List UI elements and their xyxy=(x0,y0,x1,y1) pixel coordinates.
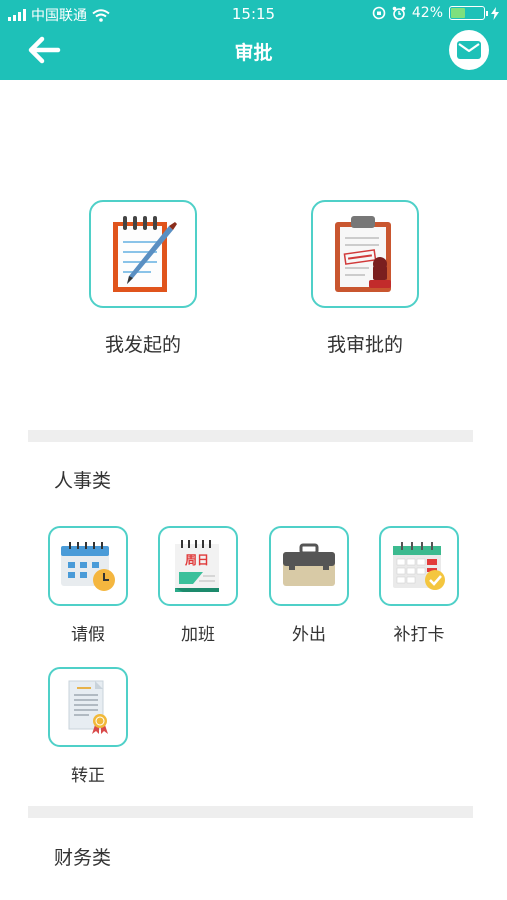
mail-icon xyxy=(457,41,481,59)
section-title-finance: 财务类 xyxy=(54,847,112,869)
tile-label: 我发起的 xyxy=(104,334,181,356)
tile-label: 补打卡 xyxy=(393,625,445,645)
clipboard-stamp-icon xyxy=(311,200,419,308)
tile-leave[interactable]: 请假 xyxy=(43,526,133,645)
tile-clock-in-makeup[interactable]: 补打卡 xyxy=(374,526,464,645)
calendar-clock-icon xyxy=(48,526,128,606)
tile-overtime[interactable]: 周日 加班 xyxy=(153,526,243,645)
weekend-calendar-icon: 周日 xyxy=(158,526,238,606)
weekend-calendar-text: 周日 xyxy=(185,553,209,567)
section-divider xyxy=(28,806,473,818)
status-bar: 中国联通 15:15 42% xyxy=(0,0,507,28)
tile-my-initiated[interactable]: 我发起的 xyxy=(68,200,218,357)
alarm-icon xyxy=(392,6,406,20)
battery-percent: 42% xyxy=(411,5,443,21)
notepad-pen-icon xyxy=(89,200,197,308)
tile-outing[interactable]: 外出 xyxy=(264,526,354,645)
tile-label: 外出 xyxy=(292,625,326,645)
section-title-hr: 人事类 xyxy=(54,470,112,492)
mail-button[interactable] xyxy=(449,30,489,70)
tile-my-approved[interactable]: 我审批的 xyxy=(290,200,440,357)
tile-label: 转正 xyxy=(71,766,105,786)
status-right: 42% xyxy=(372,5,499,21)
tile-label: 加班 xyxy=(181,625,215,645)
briefcase-icon xyxy=(269,526,349,606)
calendar-check-icon xyxy=(379,526,459,606)
charging-bolt-icon xyxy=(491,6,499,20)
tile-label: 请假 xyxy=(71,625,105,645)
page-title: 审批 xyxy=(234,42,273,64)
section-divider xyxy=(28,430,473,442)
tile-regularization[interactable]: 转正 xyxy=(43,667,133,786)
certificate-icon xyxy=(48,667,128,747)
top-bar: 中国联通 15:15 42% 审批 xyxy=(0,0,507,80)
battery-icon xyxy=(449,6,488,20)
rotation-lock-icon xyxy=(372,6,386,20)
tile-label: 我审批的 xyxy=(326,334,403,356)
